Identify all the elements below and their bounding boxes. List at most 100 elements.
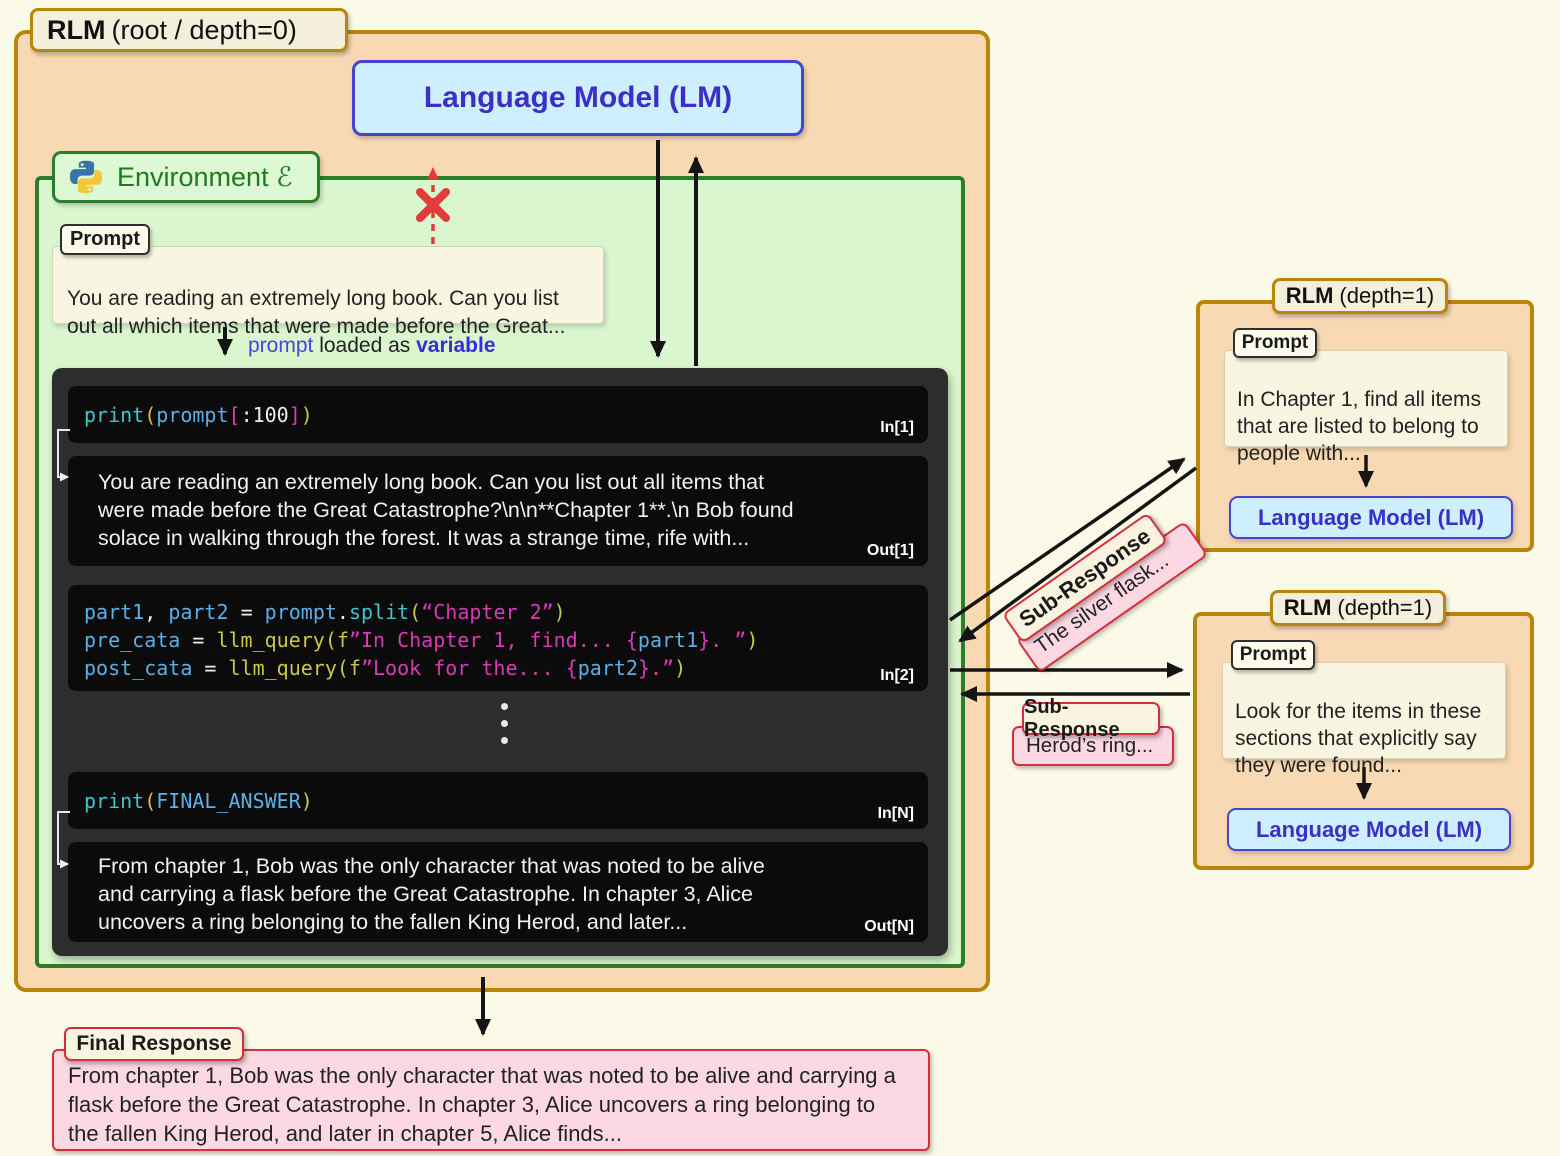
code-token: ] — [289, 403, 301, 427]
code-token: :100 — [241, 403, 289, 427]
loaded-note-mid: loaded as — [313, 334, 416, 357]
code-token: prompt — [265, 600, 337, 624]
code-token: ) — [301, 789, 313, 813]
python-icon — [67, 158, 105, 196]
sub-rlm-bottom-label-rest: (depth=1) — [1337, 595, 1432, 621]
code-token: { — [566, 656, 578, 680]
sub-rlm-top-prompt-box: In Chapter 1, find all items that are li… — [1224, 350, 1508, 447]
sub-rlm-top-prompt-label: Prompt — [1233, 328, 1317, 358]
sub-rlm-top-prompt-label-text: Prompt — [1242, 332, 1309, 354]
prompt-label: Prompt — [60, 224, 150, 255]
final-response-label: Final Response — [64, 1027, 244, 1061]
code-token: f — [337, 628, 349, 652]
prompt-loaded-note: prompt loaded as variable — [248, 334, 496, 358]
repl-cell-outN: From chapter 1, Bob was the only charact… — [68, 842, 928, 942]
rlm-diagram: { "colors": { "page_bg": "#fbfae8", "rlm… — [0, 0, 1560, 1156]
code-token: print — [84, 789, 144, 813]
code-token: .” — [650, 656, 674, 680]
sub-rlm-top-label: RLM (depth=1) — [1272, 278, 1448, 314]
root-rlm-label-rest: (root / depth=0) — [111, 15, 296, 46]
repl-cell-out1: You are reading an extremely long book. … — [68, 456, 928, 566]
prompt-text: You are reading an extremely long book. … — [67, 287, 565, 338]
root-rlm-label-bold: RLM — [47, 15, 105, 46]
code-line-in2-3: post_cata = llm_query(f”Look for the... … — [84, 654, 928, 682]
code-token: llm_query — [216, 628, 324, 652]
code-token: ) — [301, 403, 313, 427]
sub-rlm-bottom-label: RLM (depth=1) — [1270, 590, 1446, 626]
code-token: = — [180, 628, 216, 652]
code-line-inN: print(FINAL_ANSWER) — [84, 787, 928, 815]
code-token: ( — [325, 628, 337, 652]
environment-label-text: Environment ℰ — [117, 162, 292, 193]
code-line-in2-1: part1, part2 = prompt.split(“Chapter 2”) — [84, 598, 928, 626]
environment-label: Environment ℰ — [52, 151, 320, 203]
code-token: ( — [337, 656, 349, 680]
sub-rlm-bottom-lm-box: Language Model (LM) — [1227, 808, 1511, 851]
code-token: { — [626, 628, 638, 652]
cell-label-in2: In[2] — [880, 667, 914, 685]
code-token: ) — [554, 600, 566, 624]
code-token: ( — [144, 403, 156, 427]
code-token: f — [349, 656, 361, 680]
code-token: . ” — [710, 628, 746, 652]
cell-label-inN: In[N] — [878, 805, 914, 823]
code-token: ) — [746, 628, 758, 652]
code-token: ) — [674, 656, 686, 680]
cell-label-in1: In[1] — [880, 419, 914, 437]
code-token: post_cata — [84, 656, 192, 680]
language-model-label: Language Model (LM) — [424, 81, 732, 115]
repl-cell-in2: part1, part2 = prompt.split(“Chapter 2”)… — [68, 585, 928, 691]
cell-label-outN: Out[N] — [864, 918, 914, 936]
code-token: , — [144, 600, 168, 624]
out1-text: You are reading an extremely long book. … — [98, 468, 912, 552]
code-token: print — [84, 403, 144, 427]
sub-rlm-top-lm-box: Language Model (LM) — [1229, 496, 1513, 539]
sub-rlm-bottom-prompt-box: Look for the items in these sections tha… — [1222, 662, 1506, 759]
code-token: part1 — [638, 628, 698, 652]
sub-rlm-bottom-prompt-label: Prompt — [1231, 640, 1315, 670]
code-token: [ — [229, 403, 241, 427]
code-line-in1: print(prompt[:100]) — [84, 401, 928, 429]
cell-label-out1: Out[1] — [867, 542, 914, 560]
sub-rlm-top-label-bold: RLM — [1286, 283, 1334, 309]
language-model-box: Language Model (LM) — [352, 60, 804, 136]
ellipsis-dot — [501, 720, 508, 727]
sub-rlm-bottom-prompt-label-text: Prompt — [1240, 644, 1307, 666]
code-token: } — [698, 628, 710, 652]
sub-rlm-bottom-label-bold: RLM — [1284, 595, 1332, 621]
repl-cell-inN: print(FINAL_ANSWER) In[N] — [68, 772, 928, 829]
code-token: ”In Chapter 1, find... — [349, 628, 626, 652]
loaded-note-var: prompt — [248, 334, 313, 357]
outN-text: From chapter 1, Bob was the only charact… — [98, 852, 912, 936]
code-line-in2-2: pre_cata = llm_query(f”In Chapter 1, fin… — [84, 626, 928, 654]
code-token: = — [192, 656, 228, 680]
code-token: . — [337, 600, 349, 624]
code-token: “Chapter 2” — [421, 600, 553, 624]
code-token: split — [349, 600, 409, 624]
sub-rlm-top-lm-label: Language Model (LM) — [1258, 505, 1484, 531]
sub-response-bottom-label-text: Sub-Response — [1024, 696, 1158, 742]
final-response-text: From chapter 1, Bob was the only charact… — [68, 1063, 896, 1146]
sub-response-bottom-label: Sub-Response — [1022, 702, 1160, 735]
prompt-box: You are reading an extremely long book. … — [52, 246, 604, 324]
ellipsis-dot — [501, 703, 508, 710]
root-rlm-label: RLM (root / depth=0) — [30, 8, 348, 52]
code-token: ( — [409, 600, 421, 624]
code-token: part2 — [168, 600, 228, 624]
code-token: part1 — [84, 600, 144, 624]
code-token: prompt — [156, 403, 228, 427]
code-token: pre_cata — [84, 628, 180, 652]
code-token: } — [638, 656, 650, 680]
code-token: ”Look for the... — [361, 656, 566, 680]
code-token: FINAL_ANSWER — [156, 789, 301, 813]
final-response-box: From chapter 1, Bob was the only charact… — [52, 1049, 930, 1151]
code-token: part2 — [578, 656, 638, 680]
sub-rlm-bottom-lm-label: Language Model (LM) — [1256, 817, 1482, 843]
prompt-label-text: Prompt — [70, 228, 140, 251]
code-token: = — [229, 600, 265, 624]
final-response-label-text: Final Response — [76, 1032, 231, 1056]
sub-rlm-top-label-rest: (depth=1) — [1339, 283, 1434, 309]
code-token: ( — [144, 789, 156, 813]
code-token: llm_query — [229, 656, 337, 680]
repl-cell-in1: print(prompt[:100]) In[1] — [68, 386, 928, 443]
